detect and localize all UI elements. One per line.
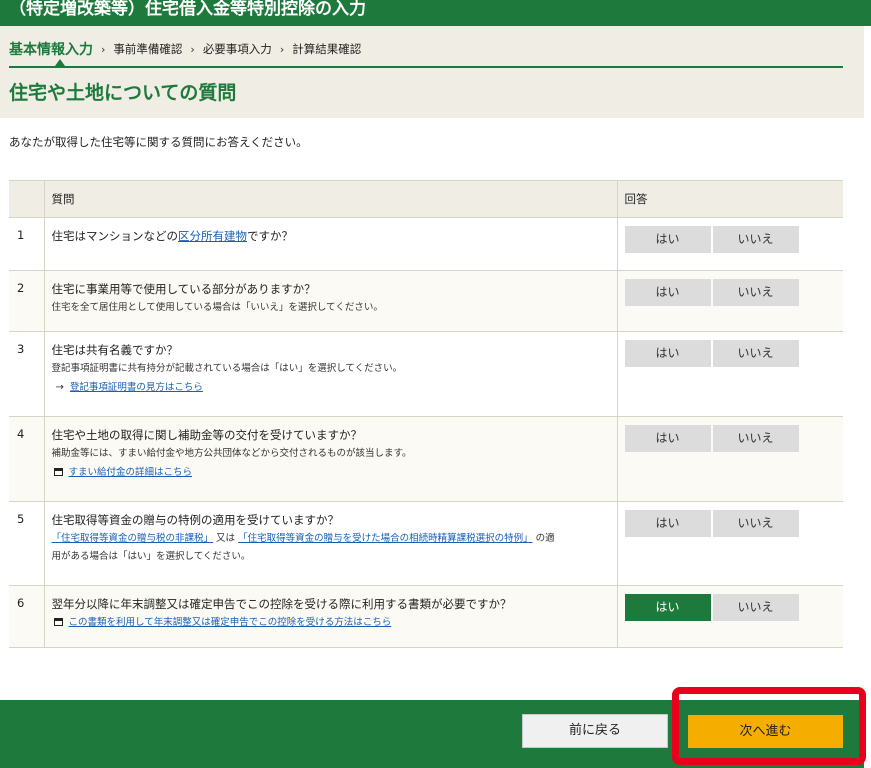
no-button[interactable]: いいえ: [712, 510, 799, 537]
question-text-post: ですか？: [247, 229, 293, 243]
question-text: 住宅はマンションなどの区分所有建物ですか？: [52, 228, 617, 244]
condominium-link[interactable]: 区分所有建物: [178, 229, 247, 243]
question-row-2: 2 住宅に事業用等で使用している部分がありますか？ 住宅を全て居住用として使用し…: [9, 270, 843, 332]
question-cell: 住宅取得等資金の贈与の特例の適用を受けていますか？ 「住宅取得等資金の贈与税の非…: [44, 501, 618, 586]
yes-button[interactable]: はい: [624, 340, 711, 367]
question-cell: 住宅はマンションなどの区分所有建物ですか？: [44, 217, 618, 271]
housing-benefit-link[interactable]: すまい給付金の詳細はこちら: [69, 467, 193, 478]
header-question: 質問: [44, 180, 618, 218]
header-answer: 回答: [617, 180, 843, 218]
question-cell: 住宅や土地の取得に関し補助金等の交付を受けていますか？ 補助金等には、すまい給付…: [44, 416, 618, 502]
no-button[interactable]: いいえ: [712, 226, 799, 253]
question-cell: 住宅は共有名義ですか？ 登記事項証明書に共有持分が記載されている場合は「はい」を…: [44, 331, 618, 417]
link-line: この書類を利用して年末調整又は確定申告でこの控除を受ける方法はこちら: [52, 615, 617, 631]
row-number: 3: [9, 331, 45, 417]
question-note: 登記事項証明書に共有持分が記載されている場合は「はい」を選択してください。: [51, 363, 403, 374]
link-line: すまい給付金の詳細はこちら: [52, 465, 617, 481]
header-title: （特定増改築等）住宅借入金等特別控除の入力: [9, 0, 366, 19]
settlement-taxation-link[interactable]: 「住宅取得等資金の贈与を受けた場合の相続時精算課税選択の特例」: [238, 533, 533, 544]
question-text: 翌年分以降に年末調整又は確定申告でこの控除を受ける際に利用する書類が必要ですか？: [51, 597, 512, 611]
question-cell: 住宅に事業用等で使用している部分がありますか？ 住宅を全て居住用として使用してい…: [44, 270, 618, 332]
answer-cell: はい いいえ: [617, 270, 843, 332]
header-number-cell: [9, 180, 45, 218]
question-text: 住宅取得等資金の贈与の特例の適用を受けていますか？: [51, 513, 340, 527]
yes-button[interactable]: はい: [624, 226, 711, 253]
link-line: → 登記事項証明書の見方はこちら: [52, 380, 617, 396]
row-number: 4: [9, 416, 45, 502]
yes-button-selected[interactable]: はい: [624, 594, 711, 621]
question-row-6: 6 翌年分以降に年末調整又は確定申告でこの控除を受ける際に利用する書類が必要です…: [9, 585, 843, 648]
answer-cell: はい いいえ: [617, 331, 843, 417]
page-title: 住宅や土地についての質問: [9, 82, 237, 104]
no-button[interactable]: いいえ: [712, 425, 799, 452]
yes-button[interactable]: はい: [624, 510, 711, 537]
answer-cell: はい いいえ: [617, 501, 843, 586]
question-cell: 翌年分以降に年末調整又は確定申告でこの控除を受ける際に利用する書類が必要ですか？…: [44, 585, 618, 648]
gift-tax-exemption-link[interactable]: 「住宅取得等資金の贈与税の非課税」: [52, 533, 214, 544]
note-tail: の適: [532, 533, 555, 544]
row-number: 2: [9, 270, 45, 332]
arrow-icon: →: [55, 382, 64, 393]
intro-text: あなたが取得した住宅等に関する質問にお答えください。: [9, 135, 308, 149]
header-bar: （特定増改築等）住宅借入金等特別控除の入力: [0, 0, 871, 26]
no-button[interactable]: いいえ: [712, 340, 799, 367]
back-button[interactable]: 前に戻る: [522, 714, 668, 748]
next-button-highlight: [672, 687, 866, 765]
step-result: 計算結果確認: [292, 42, 362, 56]
yes-button[interactable]: はい: [624, 425, 711, 452]
step-divider: [9, 66, 843, 68]
external-window-icon: [53, 468, 63, 476]
step-preparation: 事前準備確認: [113, 42, 183, 56]
registry-certificate-link[interactable]: 登記事項証明書の見方はこちら: [70, 382, 203, 393]
year-end-adjustment-link[interactable]: この書類を利用して年末調整又は確定申告でこの控除を受ける方法はこちら: [69, 617, 392, 628]
step-separator-icon: ›: [190, 42, 195, 56]
question-text: 住宅に事業用等で使用している部分がありますか？: [51, 282, 316, 296]
row-number: 5: [9, 501, 45, 586]
question-table: 質問 回答 1 住宅はマンションなどの区分所有建物ですか？ はい いいえ 2 住…: [9, 180, 843, 648]
step-basic-info: 基本情報入力: [9, 42, 93, 58]
step-required-input: 必要事項入力: [202, 42, 272, 56]
step-separator-icon: ›: [279, 42, 285, 56]
question-note: 「住宅取得等資金の贈与税の非課税」 又は 「住宅取得等資金の贈与を受けた場合の相…: [52, 531, 617, 547]
step-indicator: 基本情報入力 › 事前準備確認 › 必要事項入力 › 計算結果確認: [9, 40, 361, 58]
table-header-row: 質問 回答: [9, 180, 843, 218]
question-text-pre: 住宅はマンションなどの: [51, 229, 179, 243]
question-note: 住宅を全て居住用として使用している場合は「いいえ」を選択してください。: [51, 302, 383, 313]
no-button[interactable]: いいえ: [712, 594, 799, 621]
question-note-cont: 用がある場合は「はい」を選択してください。: [51, 551, 251, 562]
external-window-icon: [53, 618, 63, 626]
row-number: 1: [9, 217, 45, 271]
answer-cell: はい いいえ: [617, 585, 843, 648]
question-row-5: 5 住宅取得等資金の贈与の特例の適用を受けていますか？ 「住宅取得等資金の贈与税…: [9, 501, 843, 586]
note-connector: 又は: [213, 533, 239, 544]
question-text: 住宅や土地の取得に関し補助金等の交付を受けていますか？: [51, 428, 363, 442]
question-note: 補助金等には、すまい給付金や地方公共団体などから交付されるものが該当します。: [51, 448, 412, 459]
question-text: 住宅は共有名義ですか？: [51, 343, 179, 357]
step-separator-icon: ›: [101, 42, 106, 56]
question-row-1: 1 住宅はマンションなどの区分所有建物ですか？ はい いいえ: [9, 217, 843, 271]
no-button[interactable]: いいえ: [712, 279, 799, 306]
current-step-marker-icon: [55, 59, 65, 66]
question-row-4: 4 住宅や土地の取得に関し補助金等の交付を受けていますか？ 補助金等には、すまい…: [9, 416, 843, 502]
step-header: 基本情報入力 › 事前準備確認 › 必要事項入力 › 計算結果確認 住宅や土地に…: [0, 26, 864, 118]
answer-cell: はい いいえ: [617, 217, 843, 271]
answer-cell: はい いいえ: [617, 416, 843, 502]
question-row-3: 3 住宅は共有名義ですか？ 登記事項証明書に共有持分が記載されている場合は「はい…: [9, 331, 843, 417]
yes-button[interactable]: はい: [624, 279, 711, 306]
row-number: 6: [9, 585, 45, 648]
